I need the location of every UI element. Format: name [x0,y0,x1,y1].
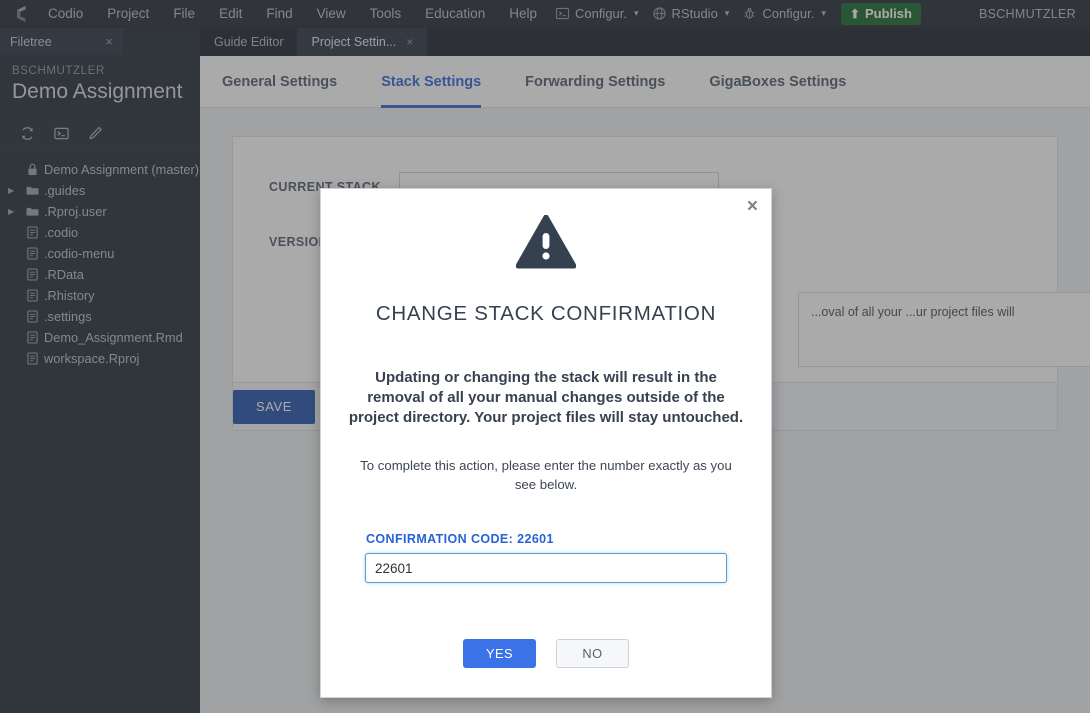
modal-instruction-text: To complete this action, please enter th… [360,458,732,492]
modal-button-row: YES NO [321,639,771,668]
no-button[interactable]: NO [556,639,629,668]
change-stack-confirmation-modal: × CHANGE STACK CONFIRMATION Updating or … [320,188,772,698]
yes-label: YES [485,646,514,661]
confirmation-code-title: CONFIRMATION CODE: [366,532,514,546]
no-label: NO [582,646,603,661]
confirmation-code-value: 22601 [517,532,554,546]
close-icon[interactable]: × [747,197,758,216]
warning-triangle-icon [321,215,771,270]
confirmation-code-label: CONFIRMATION CODE: 22601 [366,532,771,546]
modal-title: CHANGE STACK CONFIRMATION [375,302,717,325]
confirmation-code-input[interactable] [365,553,727,583]
modal-warning-text: Updating or changing the stack will resu… [348,369,744,426]
yes-button[interactable]: YES [463,639,536,668]
